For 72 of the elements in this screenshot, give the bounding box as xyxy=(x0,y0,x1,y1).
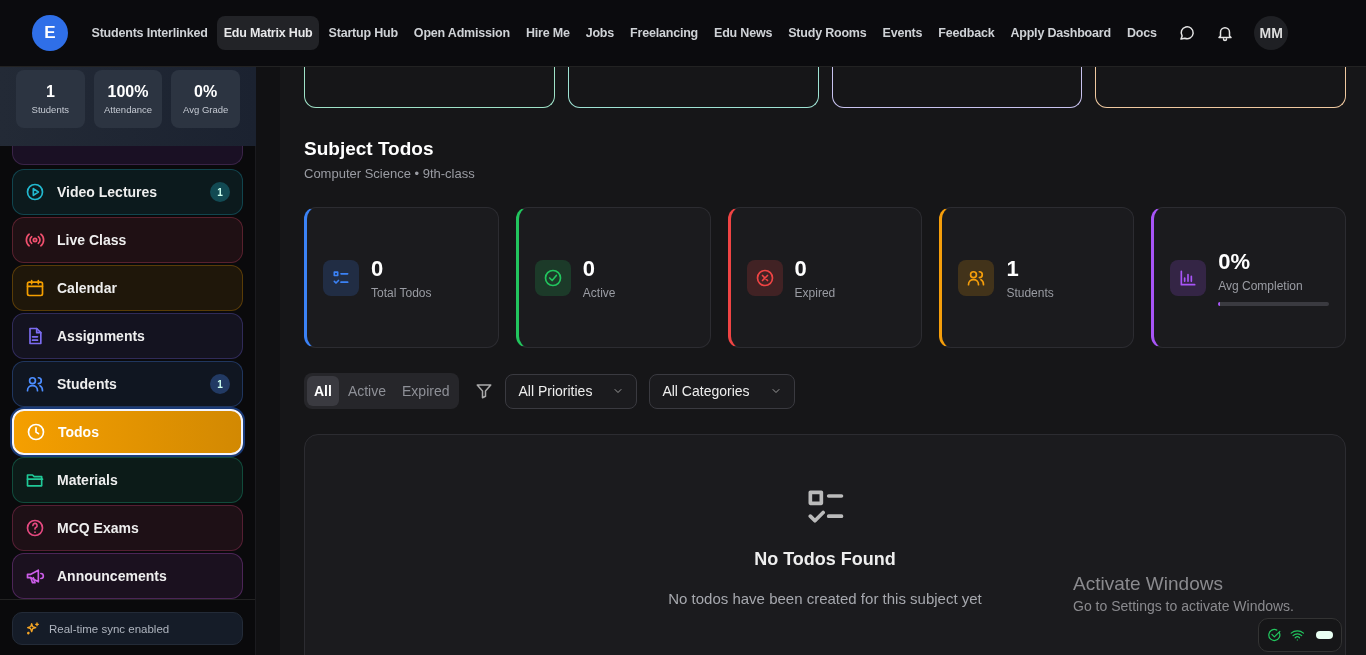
nav-link[interactable]: Edu Matrix Hub xyxy=(217,16,320,50)
play-icon xyxy=(25,182,45,202)
empty-message: No todos have been created for this subject yet xyxy=(668,590,982,607)
users-icon xyxy=(25,374,45,394)
stat-label: Avg Grade xyxy=(183,104,229,115)
sidebar-item[interactable]: Video Lectures 1 xyxy=(12,169,243,215)
stat-value: 1 xyxy=(1006,255,1020,282)
nav-link[interactable]: Events xyxy=(876,16,929,50)
nav-link[interactable]: Study Rooms xyxy=(781,16,874,50)
count-badge: 1 xyxy=(210,182,230,202)
nav-link[interactable]: Freelancing xyxy=(623,16,705,50)
stat-label: Attendance xyxy=(103,104,153,115)
sync-text: Real-time sync enabled xyxy=(49,622,170,635)
nav-link[interactable]: Docs xyxy=(1120,16,1164,50)
check-circle-icon xyxy=(1267,627,1282,643)
user-avatar[interactable]: MM xyxy=(1254,16,1289,50)
stat-value: 0 xyxy=(371,255,385,282)
question-icon xyxy=(25,518,45,538)
x-circle-tile-icon xyxy=(746,259,783,296)
count-badge: 1 xyxy=(210,374,230,394)
nav-link[interactable]: Startup Hub xyxy=(322,16,405,50)
nav-link[interactable]: Open Admission xyxy=(407,16,517,50)
stat-label: Avg Completion xyxy=(1218,279,1304,293)
filter-tab[interactable]: All xyxy=(307,376,339,406)
nav-link[interactable]: Students Interlinked xyxy=(85,16,215,50)
checklist-tile-icon xyxy=(323,259,359,296)
sidebar-item[interactable]: Materials xyxy=(12,457,243,503)
stat-value: 1 xyxy=(45,83,55,101)
chat-icon xyxy=(1178,24,1197,42)
bell-icon xyxy=(1216,24,1235,42)
sidebar-item[interactable]: Calendar xyxy=(12,265,243,311)
filter-tab[interactable]: Active xyxy=(340,376,393,406)
stat-label: Expired xyxy=(794,285,837,300)
stat-value: 0 xyxy=(794,255,808,282)
nav-link[interactable]: Edu News xyxy=(707,16,779,50)
wifi-icon xyxy=(1289,627,1305,643)
clock-icon xyxy=(26,422,46,442)
nav-link[interactable]: Jobs xyxy=(579,16,621,50)
users-tile-icon xyxy=(958,259,995,296)
sidebar-item[interactable]: Students 1 xyxy=(12,361,243,407)
filter-icon xyxy=(475,382,494,400)
stat-value: 100% xyxy=(107,83,149,101)
page-subtitle: Computer Science • 9th-class xyxy=(304,166,476,181)
calendar-icon xyxy=(25,278,45,298)
activation-message: Go to Settings to activate Windows. xyxy=(1073,598,1294,614)
dropdown[interactable]: All Categories xyxy=(649,373,795,409)
stat-label: Total Todos xyxy=(371,285,433,300)
nav-link[interactable]: Feedback xyxy=(931,16,1001,50)
pill-icon xyxy=(1316,631,1333,639)
sparkles-icon xyxy=(25,620,41,637)
bar-chart-tile-icon xyxy=(1170,259,1207,296)
stat-label: Students xyxy=(1006,285,1055,300)
stat-value: 0% xyxy=(194,83,218,101)
stat-label: Active xyxy=(582,285,617,300)
stat-label: Students xyxy=(31,104,70,115)
sidebar-item[interactable]: Assignments xyxy=(12,313,243,359)
dropdown[interactable]: All Priorities xyxy=(505,373,638,409)
sidebar-item[interactable]: MCQ Exams xyxy=(12,505,243,551)
filter-tab[interactable]: Expired xyxy=(395,376,457,406)
nav-link[interactable]: Hire Me xyxy=(519,16,577,50)
activation-title: Activate Windows xyxy=(1073,573,1224,595)
page-title: Subject Todos xyxy=(304,138,435,160)
broadcast-icon xyxy=(25,230,45,250)
megaphone-icon xyxy=(25,566,45,586)
stat-value: 0 xyxy=(582,255,597,282)
sidebar-item[interactable]: Announcements xyxy=(12,553,243,599)
stat-value: 0% xyxy=(1218,249,1251,275)
check-circle-tile-icon xyxy=(534,259,571,296)
logo[interactable]: E xyxy=(32,15,68,51)
empty-title: No Todos Found xyxy=(754,549,896,570)
nav-link[interactable]: Apply Dashboard xyxy=(1003,16,1118,50)
sidebar-item[interactable]: Live Class xyxy=(12,217,243,263)
